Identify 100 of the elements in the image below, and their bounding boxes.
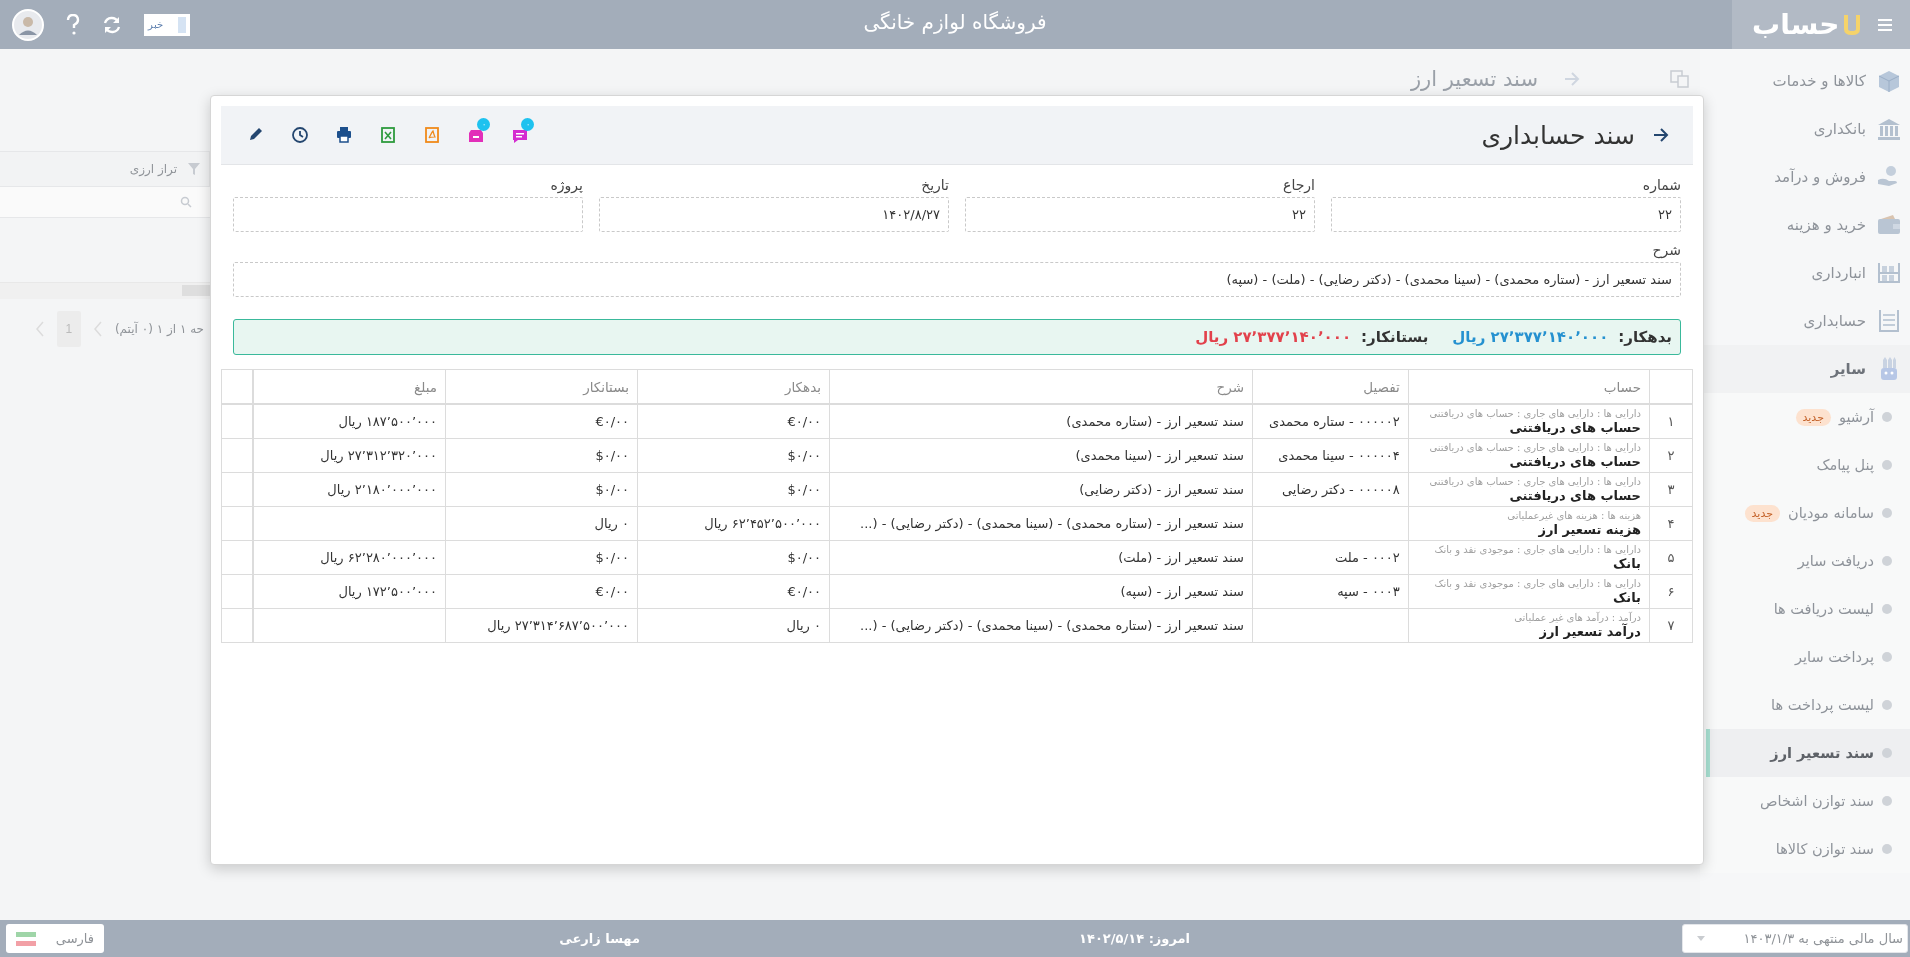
help-icon[interactable]	[66, 13, 80, 36]
input-field[interactable]: ۱۴۰۲/۸/۲۷	[599, 197, 949, 232]
row-number: ۵	[1649, 540, 1693, 575]
bullet-icon	[1882, 508, 1892, 518]
bullet-icon	[1882, 460, 1892, 470]
pdf-file-icon	[423, 125, 441, 145]
sidebar-item[interactable]: انبارداری	[1700, 249, 1910, 297]
input-field[interactable]: سند تسعیر ارز - (ستاره محمدی) - (سینا محمدی) - (دکتر رضایی) - (ملت) - (سپه)	[233, 262, 1681, 297]
field-label: شماره	[1642, 177, 1681, 193]
account-name: حساب های دریافتنی	[1508, 453, 1641, 470]
abacus-icon	[1876, 308, 1902, 334]
sidebar-subitem[interactable]: سند توازن کالاها	[1706, 825, 1910, 873]
credit-label: بستانکار:	[1361, 328, 1429, 346]
row-number: ۴	[1649, 506, 1693, 541]
search-icon[interactable]	[180, 196, 192, 208]
count-badge: ۰	[477, 118, 490, 131]
table-cell: $۰/۰۰	[637, 472, 830, 507]
bank-icon	[1876, 116, 1902, 142]
bullet-icon	[1882, 556, 1892, 566]
sidebar-item[interactable]: خرید و هزینه	[1700, 201, 1910, 249]
column-header[interactable]: تراز ارزی	[129, 162, 177, 176]
bullet-icon	[1882, 844, 1892, 854]
table-cell: ۰۰۰۲ - ملت	[1252, 540, 1409, 575]
account-path: دارایی ها : دارایی های جاری : موجودی نقد و بانک	[1433, 577, 1641, 590]
input-field[interactable]: ۲۲	[965, 197, 1315, 232]
logo-text: حساب	[1752, 8, 1840, 41]
input-field[interactable]	[233, 197, 583, 232]
count-badge: ۰	[521, 118, 534, 131]
account-path: هزینه ها : هزینه های غیرعملیاتی	[1506, 509, 1641, 522]
spreadsheet-icon	[379, 125, 397, 145]
table-cell: سند تسعیر ارز - (سینا محمدی)	[829, 438, 1253, 473]
sidebar-subitem[interactable]: سند توازن اشخاص	[1706, 777, 1910, 825]
row-number: ۳	[1649, 472, 1693, 507]
row-number: ۱	[1649, 404, 1693, 439]
chevron-left-icon[interactable]	[34, 321, 45, 337]
sidebar-subitem[interactable]: پنل پیامک	[1706, 441, 1910, 489]
refresh-icon[interactable]	[102, 14, 122, 35]
bullet-icon	[1882, 652, 1892, 662]
bullet-icon	[1882, 604, 1892, 614]
table-cell: €۰/۰۰	[445, 404, 638, 439]
flag-icon	[16, 931, 36, 946]
caret-down-icon	[1697, 936, 1705, 941]
new-badge: جدید	[1795, 408, 1831, 426]
field-label: پروژه	[550, 177, 583, 193]
input-field[interactable]: ۲۲	[1331, 197, 1681, 232]
field-label: تاریخ	[921, 177, 949, 193]
user-name: مهسا زارعی	[559, 931, 640, 946]
comment-button[interactable]: ۰	[501, 116, 539, 154]
account-path: درآمد : درآمد های غیر عملیاتی	[1513, 611, 1641, 623]
table-cell: ۰۰۰۰۰۴ - سینا محمدی	[1252, 438, 1409, 473]
sidebar-subitem[interactable]: پرداخت سایر	[1706, 633, 1910, 681]
menu-icon[interactable]	[1878, 17, 1894, 32]
sidebar-item[interactable]: کالاها و خدمات	[1700, 57, 1910, 105]
column-header[interactable]: تفصیل	[1252, 369, 1409, 404]
sidebar-subitem[interactable]: دریافت سایر	[1706, 537, 1910, 585]
table-cell: $۰/۰۰	[445, 472, 638, 507]
account-name: حساب های دریافتنی	[1508, 419, 1641, 436]
column-header[interactable]: بدهکار	[637, 369, 830, 404]
table-cell: ۲۷٬۳۱۴٬۶۸۷٬۵۰۰٬۰۰۰ ریال	[445, 608, 638, 643]
column-header[interactable]: شرح	[829, 369, 1253, 404]
table-cell: $۰/۰۰	[445, 540, 638, 575]
sidebar-item[interactable]: بانکداری	[1700, 105, 1910, 153]
column-header[interactable]: مبلغ	[253, 369, 446, 404]
sidebar-subitem[interactable]: لیست پرداخت ها	[1706, 681, 1910, 729]
sidebar-subitem[interactable]: لیست دریافت ها	[1706, 585, 1910, 633]
table-cell: €۰/۰۰	[637, 404, 830, 439]
copy-icon[interactable]	[1670, 70, 1690, 88]
sidebar-item[interactable]: حسابداری	[1700, 297, 1910, 345]
field-label: شرح	[1652, 242, 1681, 258]
table-cell: سند تسعیر ارز - (ملت)	[829, 540, 1253, 575]
debit-total: ۲۷٬۳۷۷٬۱۴۰٬۰۰۰ ریال	[1452, 328, 1609, 346]
sidebar-subitem[interactable]: سند تسعیر ارز	[1706, 729, 1910, 777]
pager-text: حه ۱ از ۱ (۰ آیتم)	[114, 322, 204, 336]
chevron-left-icon[interactable]	[92, 321, 103, 337]
bullet-icon	[1882, 748, 1892, 758]
table-cell: سند تسعیر ارز - (دکتر رضایی)	[829, 472, 1253, 507]
column-header[interactable]: حساب	[1408, 369, 1650, 404]
shelf-icon	[1876, 260, 1902, 286]
fiscal-year-select[interactable]: سال مالی منتهی به ۱۴۰۳/۱/۳	[1682, 924, 1908, 953]
box-icon	[1876, 68, 1902, 94]
back-arrow-icon[interactable]	[1653, 128, 1669, 142]
filter-icon[interactable]	[187, 162, 201, 176]
news-button[interactable]: خبر	[144, 13, 190, 36]
table-cell: $۰/۰۰	[637, 540, 830, 575]
table-cell: €۰/۰۰	[637, 574, 830, 609]
horizontal-scrollbar[interactable]	[0, 282, 210, 299]
sidebar-subitem[interactable]: آرشیو جدید	[1706, 393, 1910, 441]
table-cell: ۰۰۰۰۰۲ - ستاره محمدی	[1252, 404, 1409, 439]
table-cell: سند تسعیر ارز - (ستاره محمدی)	[829, 404, 1253, 439]
language-select[interactable]: فارسی	[6, 924, 104, 953]
table-cell: ۰ ریال	[637, 608, 830, 643]
avatar-icon[interactable]	[12, 8, 44, 41]
inbox-button[interactable]: ۰	[457, 116, 495, 154]
account-name: بانک	[1612, 555, 1641, 572]
sidebar-item[interactable]: فروش و درآمد	[1700, 153, 1910, 201]
sidebar-subitem[interactable]: سامانه مودیان جدید	[1706, 489, 1910, 537]
table-cell: $۰/۰۰	[445, 438, 638, 473]
clock-icon	[291, 125, 309, 145]
column-header[interactable]: بستانکار	[445, 369, 638, 404]
dialog-title: سند حسابداری	[1481, 120, 1635, 150]
